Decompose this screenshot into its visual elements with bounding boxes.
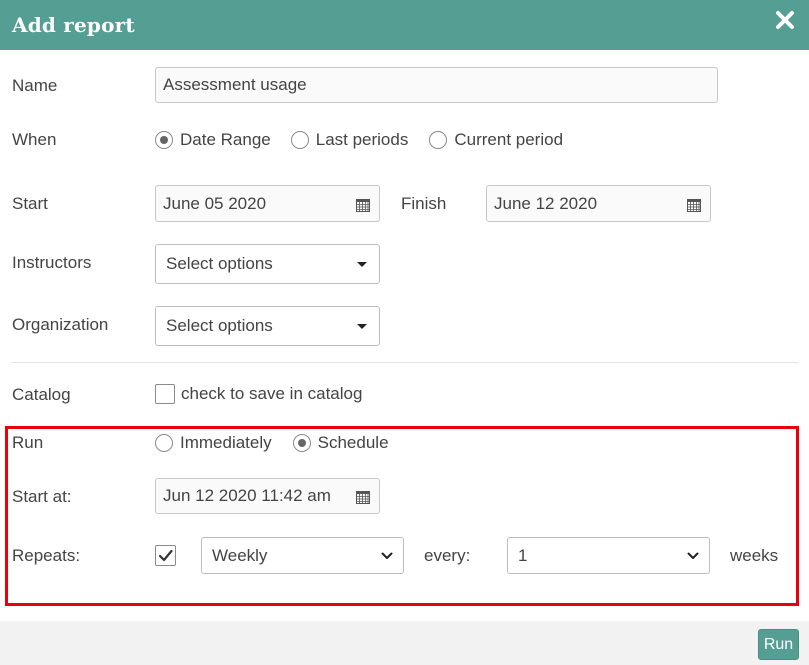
checkmark-icon bbox=[158, 549, 173, 562]
start-date-input[interactable]: June 05 2020 bbox=[155, 185, 380, 222]
calendar-icon[interactable] bbox=[687, 197, 701, 212]
name-value: Assessment usage bbox=[163, 75, 307, 94]
when-option-date-range[interactable]: Date Range bbox=[155, 130, 271, 150]
radio-icon[interactable] bbox=[429, 131, 448, 149]
calendar-icon[interactable] bbox=[356, 197, 370, 212]
divider bbox=[12, 362, 798, 363]
repeats-frequency-select[interactable]: Weekly bbox=[201, 537, 404, 574]
finish-date-value: June 12 2020 bbox=[494, 193, 598, 213]
finish-label: Finish bbox=[401, 194, 447, 213]
when-option-label: Last periods bbox=[315, 130, 409, 149]
run-option-schedule[interactable]: Schedule bbox=[292, 433, 389, 453]
start-at-value: Jun 12 2020 11:42 am bbox=[163, 486, 331, 505]
run-label: Run bbox=[12, 433, 44, 452]
repeats-interval-value: 1 bbox=[518, 545, 528, 565]
when-label: When bbox=[12, 130, 57, 149]
instructors-select[interactable]: Select options bbox=[155, 244, 380, 284]
chevron-down-icon bbox=[687, 552, 699, 559]
radio-checked-icon[interactable] bbox=[292, 434, 311, 452]
radio-icon[interactable] bbox=[290, 131, 309, 149]
repeats-interval-select[interactable]: 1 bbox=[507, 537, 710, 574]
run-option-immediately[interactable]: Immediately bbox=[155, 433, 272, 453]
when-option-last-periods[interactable]: Last periods bbox=[290, 130, 409, 150]
dialog-header: Add report bbox=[0, 0, 809, 50]
catalog-label: Catalog bbox=[12, 385, 71, 404]
start-at-label: Start at: bbox=[12, 487, 72, 506]
dialog-title: Add report bbox=[12, 13, 135, 37]
radio-checked-icon[interactable] bbox=[155, 131, 173, 149]
start-label: Start bbox=[12, 194, 48, 213]
caret-down-icon bbox=[357, 324, 367, 329]
catalog-checkbox[interactable] bbox=[155, 384, 175, 404]
close-icon[interactable] bbox=[775, 10, 795, 30]
organization-value: Select options bbox=[166, 316, 273, 335]
when-radio-group: Date Range Last periods Current period bbox=[155, 130, 563, 150]
run-option-label: Immediately bbox=[180, 433, 272, 452]
run-button[interactable]: Run bbox=[758, 629, 799, 660]
organization-select[interactable]: Select options bbox=[155, 306, 380, 346]
repeats-label: Repeats: bbox=[12, 546, 81, 565]
when-option-label: Date Range bbox=[180, 130, 271, 149]
catalog-checkbox-label: check to save in catalog bbox=[181, 384, 363, 403]
name-input[interactable]: Assessment usage bbox=[155, 67, 718, 103]
calendar-icon[interactable] bbox=[356, 489, 370, 504]
organization-label: Organization bbox=[12, 315, 109, 334]
instructors-value: Select options bbox=[166, 254, 273, 273]
run-radio-group: Immediately Schedule bbox=[155, 433, 389, 453]
weeks-label: weeks bbox=[730, 546, 779, 565]
radio-icon[interactable] bbox=[155, 434, 173, 452]
instructors-label: Instructors bbox=[12, 253, 92, 272]
repeats-checkbox[interactable] bbox=[155, 545, 176, 566]
when-option-label: Current period bbox=[454, 130, 564, 149]
name-label: Name bbox=[12, 76, 58, 95]
run-option-label: Schedule bbox=[317, 433, 389, 452]
dialog-footer: Run bbox=[0, 621, 809, 665]
finish-date-input[interactable]: June 12 2020 bbox=[486, 185, 711, 222]
repeats-frequency-value: Weekly bbox=[212, 545, 268, 565]
caret-down-icon bbox=[357, 262, 367, 267]
chevron-down-icon bbox=[381, 552, 393, 559]
highlight-box bbox=[5, 426, 799, 606]
start-date-value: June 05 2020 bbox=[163, 193, 267, 213]
start-at-input[interactable]: Jun 12 2020 11:42 am bbox=[155, 478, 380, 514]
every-label: every: bbox=[424, 546, 471, 565]
when-option-current-period[interactable]: Current period bbox=[429, 130, 563, 150]
